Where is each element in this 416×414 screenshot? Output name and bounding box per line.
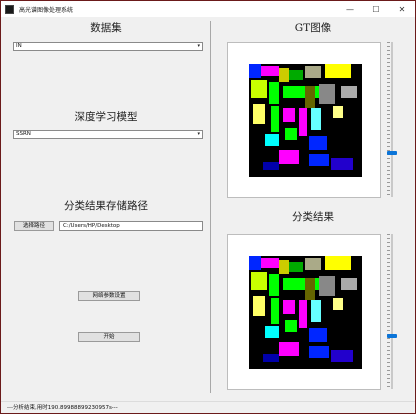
dataset-heading: 数据集 (90, 22, 122, 34)
gt-image-panel (227, 42, 381, 198)
dataset-select[interactable]: IN ▾ (13, 42, 203, 51)
result-vertical-slider[interactable] (387, 234, 397, 389)
classification-result-image (249, 256, 362, 369)
close-button[interactable]: ✕ (389, 1, 415, 17)
result-heading: 分类结果 (292, 211, 334, 223)
right-panel: GT图像 分类结果 (211, 17, 415, 397)
path-heading: 分类结果存储路径 (64, 200, 148, 212)
model-select[interactable]: SSRN ▾ (13, 130, 203, 139)
minimize-icon: — (346, 4, 354, 14)
gt-vertical-slider[interactable] (387, 42, 397, 197)
app-icon (5, 4, 14, 14)
status-bar: ---分析结束,用时190.89988899230957s--- (1, 401, 415, 413)
close-icon: ✕ (398, 4, 406, 14)
gt-image (249, 64, 362, 177)
title-bar: 高光谱图像处理系统 — ☐ ✕ (1, 1, 415, 17)
minimize-button[interactable]: — (337, 1, 363, 17)
chevron-down-icon: ▾ (197, 43, 200, 49)
gt-heading: GT图像 (294, 22, 332, 34)
app-window: 高光谱图像处理系统 — ☐ ✕ 数据集 IN ▾ 深度学习模型 SSRN ▾ 分… (0, 0, 416, 414)
maximize-button[interactable]: ☐ (363, 1, 389, 17)
start-button[interactable]: 开始 (78, 332, 140, 342)
network-settings-button[interactable]: 网络参数设置 (78, 291, 140, 301)
left-panel: 数据集 IN ▾ 深度学习模型 SSRN ▾ 分类结果存储路径 选择路径 C:/… (1, 17, 211, 397)
maximize-icon: ☐ (372, 4, 380, 14)
slider-handle[interactable] (387, 334, 397, 338)
slider-handle[interactable] (387, 151, 397, 155)
window-title: 高光谱图像处理系统 (19, 6, 74, 14)
model-select-value: SSRN (16, 131, 31, 137)
choose-path-button[interactable]: 选择路径 (14, 221, 54, 231)
dataset-select-value: IN (16, 43, 22, 49)
model-heading: 深度学习模型 (74, 111, 138, 123)
result-image-panel (227, 234, 381, 390)
chevron-down-icon: ▾ (197, 131, 200, 137)
path-input[interactable]: C:/Users/HP/Desktop (59, 221, 203, 231)
